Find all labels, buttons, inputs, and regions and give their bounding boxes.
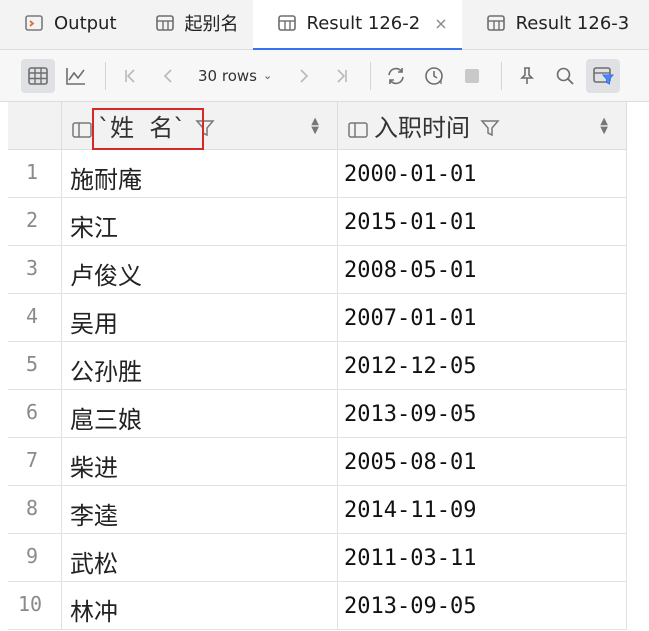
column-icon	[72, 117, 92, 138]
table-row[interactable]: 5 公孙胜 2012-12-05	[8, 342, 627, 390]
tab-label: Output	[54, 12, 117, 34]
cell-hire-date[interactable]: 2007-01-01	[338, 294, 627, 341]
previous-page-icon[interactable]	[152, 59, 186, 93]
tab-label: Result 126-3	[515, 12, 630, 34]
highlight-box	[92, 108, 204, 150]
table-row[interactable]: 6 扈三娘 2013-09-05	[8, 390, 627, 438]
clock-icon[interactable]	[417, 59, 451, 93]
tab-result-126-2[interactable]: Result 126-2 ×	[252, 0, 462, 50]
result-panel: Output 起别名 Result 126-2 × Result 126-3 3…	[0, 0, 649, 631]
page-size-dropdown[interactable]: 30 rows ⌄	[198, 67, 272, 85]
tab-label: 起别名	[184, 14, 239, 35]
first-page-icon[interactable]	[114, 59, 148, 93]
row-number: 10	[8, 582, 62, 629]
tab-bar: Output 起别名 Result 126-2 × Result 126-3	[0, 0, 649, 50]
cell-name[interactable]: 施耐庵	[62, 150, 338, 197]
search-icon[interactable]	[548, 59, 582, 93]
cell-name[interactable]: 柴进	[62, 438, 338, 485]
cell-name[interactable]: 李逵	[62, 486, 338, 533]
filter-icon[interactable]	[480, 116, 500, 136]
cell-name[interactable]: 公孙胜	[62, 342, 338, 389]
result-grid: `姓 名` ▲ ▼ 入职时间 ▲ ▼ 1 施耐庵 2000-01-01 2 宋江…	[8, 102, 627, 630]
tab-label: Result 126-2	[306, 12, 421, 34]
row-number: 7	[8, 438, 62, 485]
cell-hire-date[interactable]: 2008-05-01	[338, 246, 627, 293]
table-row[interactable]: 8 李逵 2014-11-09	[8, 486, 627, 534]
cell-name[interactable]: 扈三娘	[62, 390, 338, 437]
table-icon	[486, 13, 506, 33]
toolbar-separator	[105, 61, 106, 90]
close-icon[interactable]: ×	[434, 14, 447, 33]
row-number: 8	[8, 486, 62, 533]
cell-name[interactable]: 林冲	[62, 582, 338, 629]
row-number: 2	[8, 198, 62, 245]
table-icon	[155, 13, 175, 33]
toolbar-separator	[501, 61, 503, 90]
filter-view-icon[interactable]	[586, 58, 621, 93]
next-page-icon[interactable]	[286, 59, 320, 93]
cell-name[interactable]: 武松	[62, 534, 338, 581]
table-icon	[277, 13, 297, 33]
table-row[interactable]: 9 武松 2011-03-11	[8, 534, 627, 582]
row-number: 9	[8, 534, 62, 581]
cell-hire-date[interactable]: 2012-12-05	[338, 342, 627, 389]
grid-header: `姓 名` ▲ ▼ 入职时间 ▲ ▼	[8, 102, 627, 150]
pin-icon[interactable]	[510, 59, 544, 93]
result-toolbar: 30 rows ⌄	[0, 50, 649, 102]
tab-output[interactable]: Output	[0, 0, 131, 49]
table-row[interactable]: 10 林冲 2013-09-05	[8, 582, 627, 630]
console-icon	[24, 13, 44, 33]
chevron-down-icon: ⌄	[262, 69, 273, 82]
column-label: 入职时间	[374, 114, 470, 142]
chart-view-icon[interactable]	[59, 59, 93, 93]
table-row[interactable]: 2 宋江 2015-01-01	[8, 198, 627, 246]
tab-result-126-3[interactable]: Result 126-3	[462, 0, 644, 49]
cell-name[interactable]: 吴用	[62, 294, 338, 341]
sort-icon[interactable]: ▲ ▼	[311, 117, 319, 136]
table-row[interactable]: 1 施耐庵 2000-01-01	[8, 150, 627, 198]
toolbar-separator	[370, 61, 372, 90]
row-number: 5	[8, 342, 62, 389]
table-row[interactable]: 7 柴进 2005-08-01	[8, 438, 627, 486]
column-header-name[interactable]: `姓 名` ▲ ▼	[62, 102, 338, 150]
column-header-hire-date[interactable]: 入职时间 ▲ ▼	[338, 102, 627, 149]
row-number: 3	[8, 246, 62, 293]
cell-hire-date[interactable]: 2015-01-01	[338, 198, 627, 245]
cell-hire-date[interactable]: 2014-11-09	[338, 486, 627, 533]
cell-name[interactable]: 卢俊义	[62, 246, 338, 293]
table-row[interactable]: 4 吴用 2007-01-01	[8, 294, 627, 342]
page-size-label: 30 rows	[198, 66, 257, 85]
last-page-icon[interactable]	[324, 59, 358, 93]
row-number: 4	[8, 294, 62, 341]
row-number: 1	[8, 150, 62, 197]
cell-hire-date[interactable]: 2011-03-11	[338, 534, 627, 581]
row-number: 6	[8, 390, 62, 437]
refresh-icon[interactable]	[379, 59, 413, 93]
column-icon	[348, 117, 368, 138]
tab-alias[interactable]: 起别名	[131, 0, 253, 49]
stop-icon[interactable]	[455, 59, 489, 93]
table-view-icon[interactable]	[21, 58, 55, 93]
table-row[interactable]: 3 卢俊义 2008-05-01	[8, 246, 627, 294]
cell-hire-date[interactable]: 2005-08-01	[338, 438, 627, 485]
cell-hire-date[interactable]: 2000-01-01	[338, 150, 627, 197]
sort-icon[interactable]: ▲ ▼	[600, 117, 608, 136]
cell-hire-date[interactable]: 2013-09-05	[338, 582, 627, 629]
cell-name[interactable]: 宋江	[62, 198, 338, 245]
row-number-header	[8, 102, 62, 149]
cell-hire-date[interactable]: 2013-09-05	[338, 390, 627, 437]
